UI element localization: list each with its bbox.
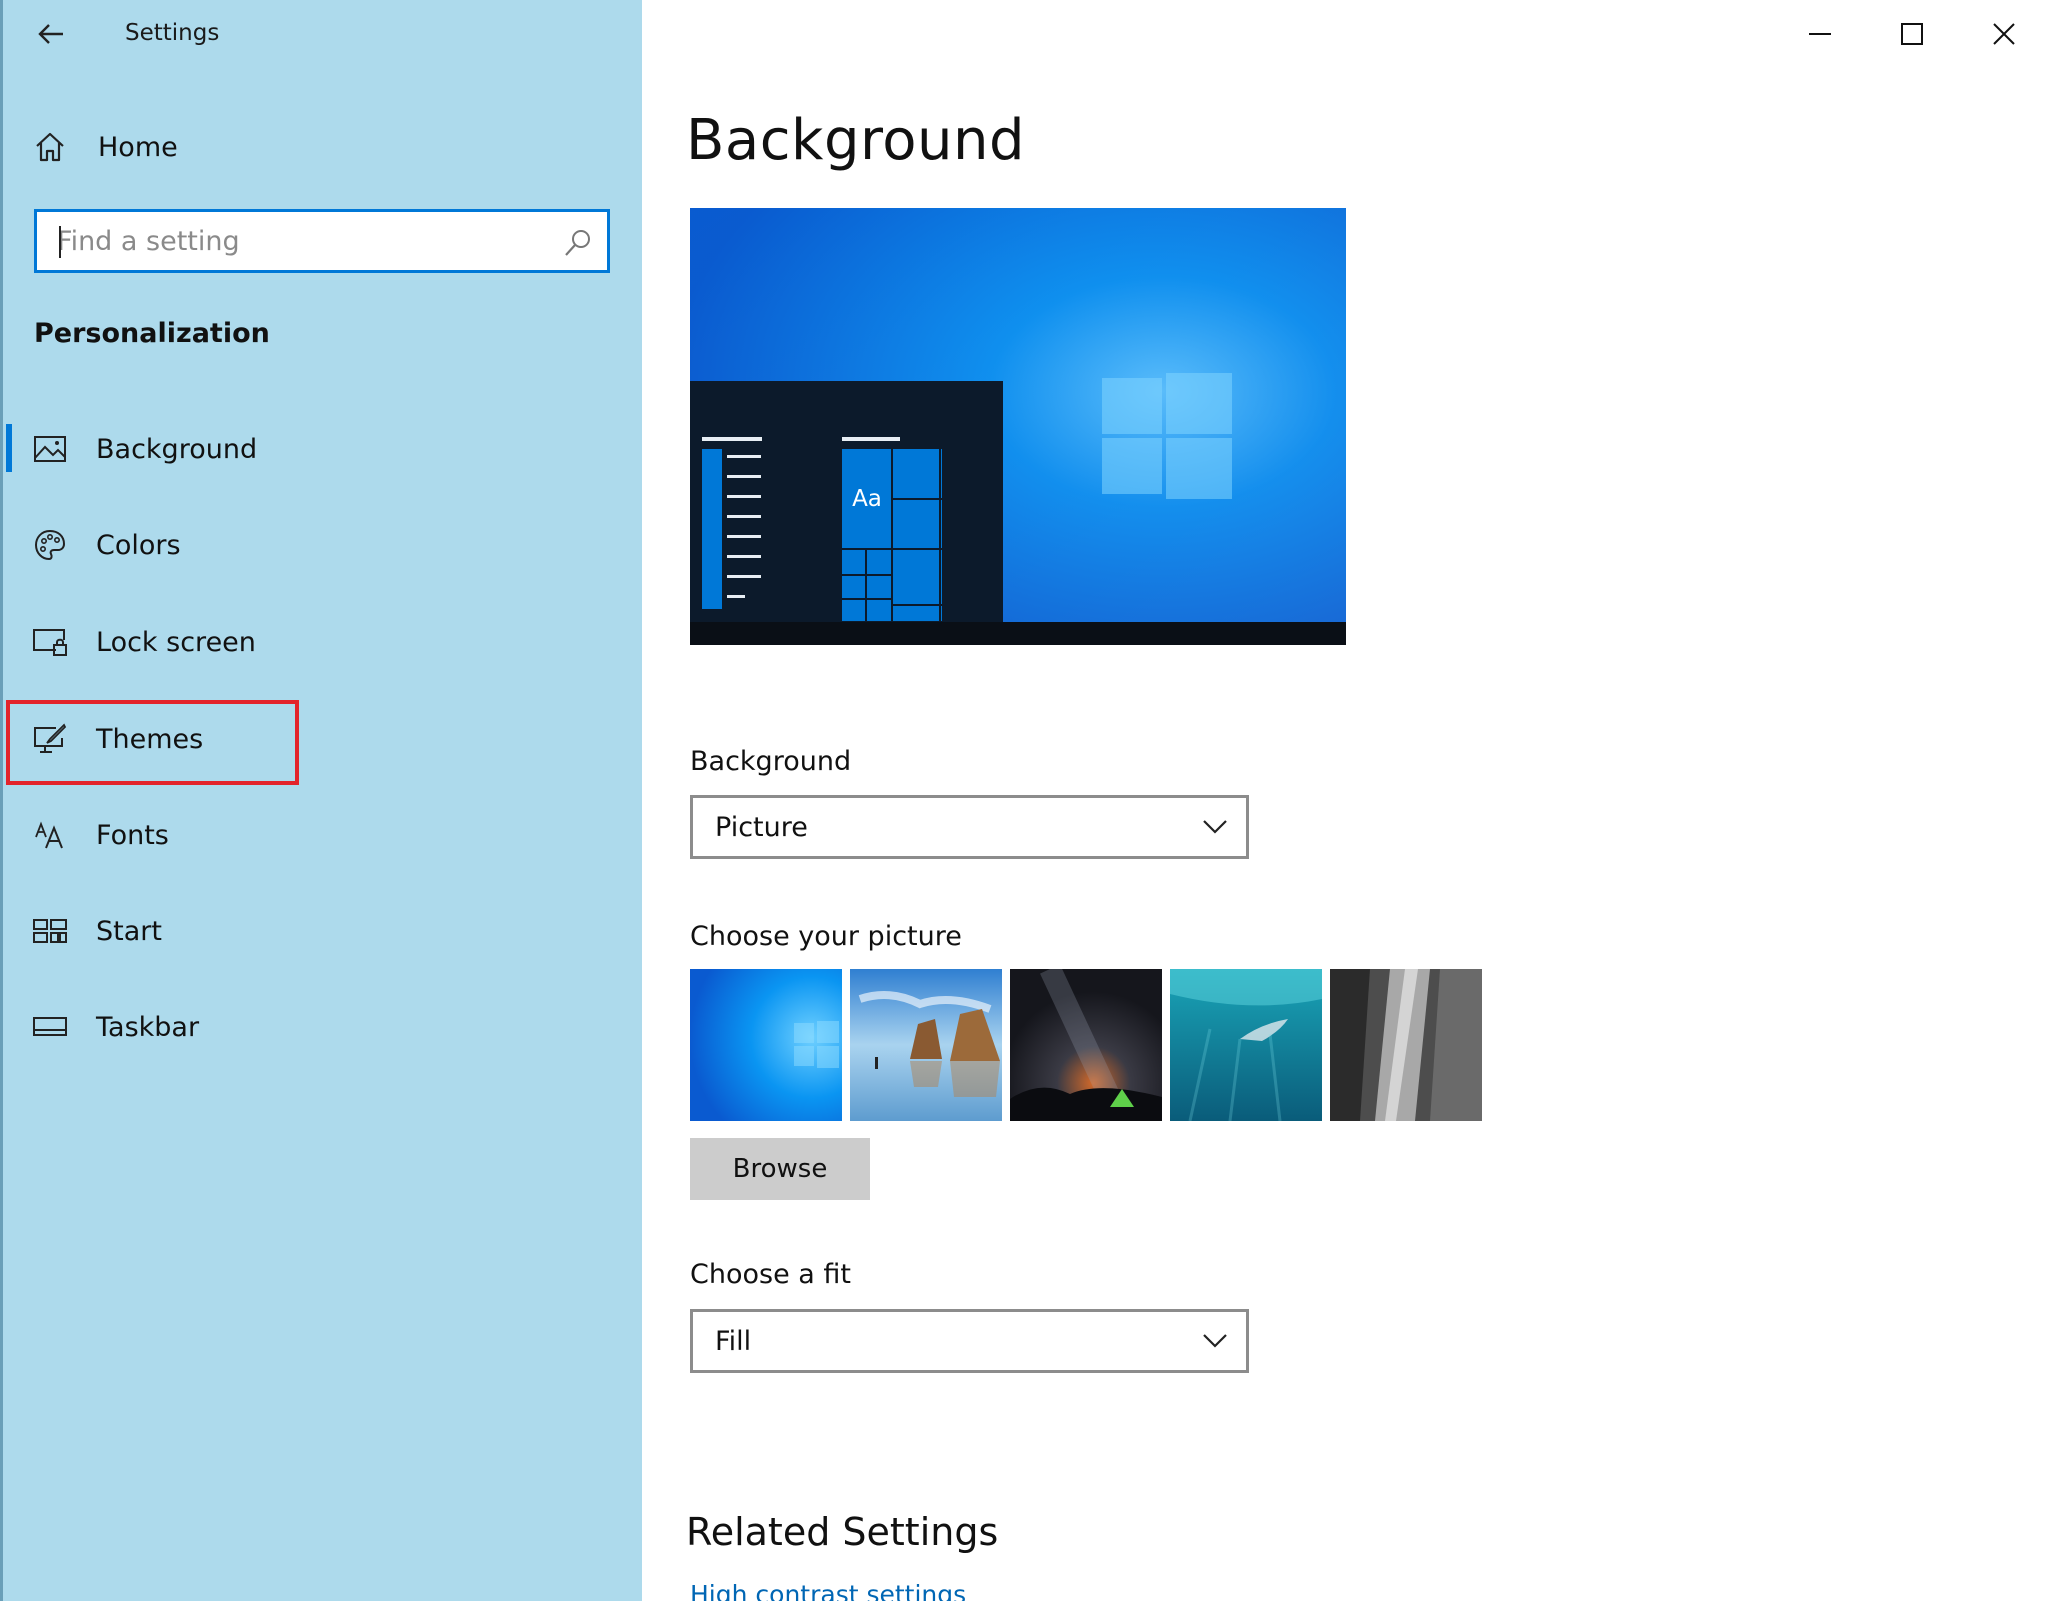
back-button[interactable] <box>26 12 76 56</box>
window-edge <box>0 0 3 1601</box>
high-contrast-settings-link[interactable]: High contrast settings <box>690 1580 966 1601</box>
chevron-down-icon <box>1203 820 1227 834</box>
thumbnail-underwater-swimmer[interactable] <box>1170 969 1322 1121</box>
close-button[interactable] <box>1958 0 2048 68</box>
lock-screen-icon <box>32 624 68 660</box>
sidebar-item-label: Taskbar <box>96 1011 200 1043</box>
close-icon <box>1993 23 2015 45</box>
dropdown-value: Picture <box>715 811 808 843</box>
related-settings-title: Related Settings <box>686 1510 999 1554</box>
sidebar-item-label: Home <box>98 131 178 163</box>
chevron-down-icon <box>1203 1334 1227 1348</box>
sidebar-item-label: Background <box>96 433 258 465</box>
section-title: Personalization <box>34 318 270 349</box>
choose-fit-label: Choose a fit <box>690 1259 851 1290</box>
back-arrow-icon <box>38 24 63 44</box>
maximize-button[interactable] <box>1866 0 1958 68</box>
fonts-icon <box>32 817 68 853</box>
desktop-preview: Aa <box>690 208 1346 645</box>
thumbnail-windows-light[interactable] <box>690 969 842 1121</box>
search-input[interactable] <box>57 225 547 257</box>
sidebar-item-label: Themes <box>96 723 204 755</box>
sidebar-item-background[interactable]: Background <box>0 417 642 481</box>
page-title: Background <box>686 108 1026 173</box>
background-type-dropdown[interactable]: Picture <box>690 795 1249 859</box>
start-icon <box>32 913 68 949</box>
text-caret <box>59 226 61 258</box>
minimize-button[interactable] <box>1774 0 1866 68</box>
taskbar-icon <box>32 1009 68 1045</box>
background-type-label: Background <box>690 746 852 777</box>
sidebar-item-taskbar[interactable]: Taskbar <box>0 995 642 1059</box>
sidebar-item-label: Fonts <box>96 819 169 851</box>
picture-thumbnails <box>690 969 1482 1121</box>
sidebar-item-lock-screen[interactable]: Lock screen <box>0 610 642 674</box>
home-icon <box>32 129 68 165</box>
search-box[interactable] <box>34 209 610 273</box>
thumbnail-night-sky-tent[interactable] <box>1010 969 1162 1121</box>
sidebar-item-label: Lock screen <box>96 626 256 658</box>
themes-icon <box>32 721 68 757</box>
sidebar: Settings Home Personalization Background <box>0 0 642 1601</box>
palette-icon <box>32 527 68 563</box>
thumbnail-beach-rocks[interactable] <box>850 969 1002 1121</box>
maximize-icon <box>1901 23 1923 45</box>
search-icon[interactable] <box>563 228 593 258</box>
sidebar-item-colors[interactable]: Colors <box>0 513 642 577</box>
app-title: Settings <box>125 20 220 46</box>
fit-dropdown[interactable]: Fill <box>690 1309 1249 1373</box>
browse-button[interactable]: Browse <box>690 1138 870 1200</box>
sidebar-item-label: Colors <box>96 529 181 561</box>
sidebar-item-home[interactable]: Home <box>0 115 642 179</box>
choose-picture-label: Choose your picture <box>690 921 962 952</box>
sidebar-item-start[interactable]: Start <box>0 899 642 963</box>
sidebar-item-label: Start <box>96 915 162 947</box>
sidebar-item-themes[interactable]: Themes <box>0 707 642 771</box>
thumbnail-rock-cliff[interactable] <box>1330 969 1482 1121</box>
preview-tile-text: Aa <box>852 486 882 512</box>
picture-icon <box>32 431 68 467</box>
minimize-icon <box>1809 33 1831 35</box>
sidebar-item-fonts[interactable]: Fonts <box>0 803 642 867</box>
dropdown-value: Fill <box>715 1325 752 1357</box>
